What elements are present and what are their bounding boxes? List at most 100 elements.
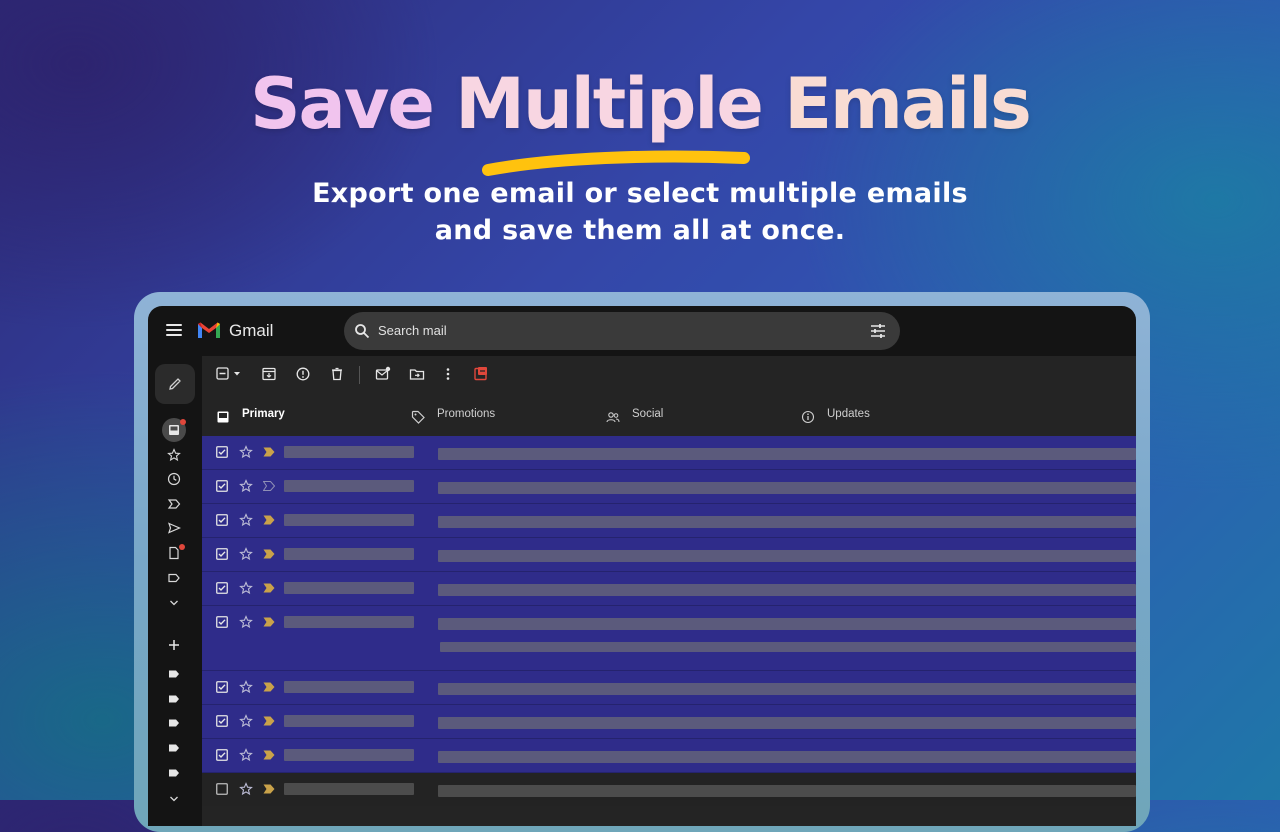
main-menu-icon[interactable] <box>166 324 182 336</box>
compose-button[interactable] <box>155 364 195 404</box>
hero-title-word-multiple: Multiple <box>455 63 764 145</box>
row-checkbox-icon[interactable] <box>216 783 228 795</box>
row-checkbox-checked-icon[interactable] <box>216 749 228 761</box>
star-icon[interactable] <box>239 479 253 493</box>
search-placeholder: Search mail <box>378 323 447 338</box>
hero-subtitle-line-2: and save them all at once. <box>434 215 846 246</box>
search-options-icon[interactable] <box>870 323 886 339</box>
importance-marker-icon[interactable] <box>263 682 275 692</box>
importance-marker-icon[interactable] <box>263 481 275 491</box>
tab-primary[interactable]: Primary <box>208 398 390 438</box>
subject-placeholder <box>438 717 1136 729</box>
star-icon[interactable] <box>239 714 253 728</box>
row-checkbox-checked-icon[interactable] <box>216 582 228 594</box>
report-spam-icon[interactable] <box>295 366 311 382</box>
importance-marker-icon[interactable] <box>263 716 275 726</box>
label-tag-icon[interactable] <box>167 766 181 780</box>
search-input[interactable]: Search mail <box>344 312 900 350</box>
importance-marker-icon[interactable] <box>263 447 275 457</box>
importance-marker-icon[interactable] <box>263 515 275 525</box>
sender-placeholder <box>284 548 414 560</box>
label-tag-icon[interactable] <box>167 667 181 681</box>
tab-social[interactable]: Social <box>598 398 780 436</box>
gmail-wordmark: Gmail <box>229 321 274 340</box>
subject-placeholder <box>438 751 1136 763</box>
star-icon[interactable] <box>239 782 253 796</box>
mark-as-unread-icon[interactable] <box>375 366 391 382</box>
star-icon[interactable] <box>239 581 253 595</box>
subject-placeholder <box>438 482 1136 494</box>
importance-marker-icon[interactable] <box>263 784 275 794</box>
sender-placeholder <box>284 681 414 693</box>
select-all-checkbox-icon[interactable] <box>216 367 229 380</box>
sidebar-item-starred-icon[interactable] <box>167 448 181 462</box>
gmail-header: Gmail Search mail <box>148 306 1136 356</box>
table-row[interactable] <box>202 705 1136 739</box>
row-checkbox-checked-icon[interactable] <box>216 446 228 458</box>
inbox-icon <box>169 425 179 435</box>
archive-icon[interactable] <box>261 366 277 382</box>
sidebar-item-snoozed-icon[interactable] <box>167 472 181 486</box>
star-icon[interactable] <box>239 680 253 694</box>
table-row[interactable] <box>202 606 1136 671</box>
delete-trash-icon[interactable] <box>329 366 345 382</box>
row-checkbox-checked-icon[interactable] <box>216 480 228 492</box>
star-icon[interactable] <box>239 748 253 762</box>
tab-promotions[interactable]: Promotions <box>403 398 585 436</box>
star-icon[interactable] <box>239 615 253 629</box>
row-checkbox-checked-icon[interactable] <box>216 514 228 526</box>
unread-dot <box>180 419 186 425</box>
table-row[interactable] <box>202 436 1136 470</box>
labels-chevron-down-icon[interactable] <box>167 792 181 806</box>
info-icon <box>801 410 815 424</box>
label-tag-icon[interactable] <box>167 692 181 706</box>
table-row[interactable] <box>202 470 1136 504</box>
hero-title: Save Multiple Emails <box>0 62 1280 146</box>
row-checkbox-checked-icon[interactable] <box>216 548 228 560</box>
gmail-logo-icon <box>198 322 220 338</box>
select-dropdown-caret-icon[interactable] <box>233 370 241 378</box>
importance-marker-icon[interactable] <box>263 617 275 627</box>
table-row[interactable] <box>202 538 1136 572</box>
add-label-plus-icon[interactable] <box>167 638 181 652</box>
star-icon[interactable] <box>239 513 253 527</box>
table-row[interactable] <box>202 504 1136 538</box>
table-row[interactable] <box>202 671 1136 705</box>
importance-marker-icon[interactable] <box>263 549 275 559</box>
label-tag-icon[interactable] <box>167 716 181 730</box>
subject-placeholder <box>438 516 1136 528</box>
hero-subtitle-line-1: Export one email or select multiple emai… <box>312 178 968 209</box>
tab-updates[interactable]: Updates <box>793 398 975 436</box>
sender-placeholder <box>284 715 414 727</box>
row-checkbox-checked-icon[interactable] <box>216 616 228 628</box>
label-tag-icon[interactable] <box>167 741 181 755</box>
hero-subtitle: Export one email or select multiple emai… <box>0 175 1280 249</box>
export-save-emails-icon[interactable] <box>473 366 489 382</box>
sender-placeholder <box>284 446 414 458</box>
hero-title-word-emails: Emails <box>784 63 1032 145</box>
category-tabs: Primary Promotions Social Updates <box>202 398 1136 438</box>
subject-placeholder <box>438 448 1136 460</box>
sender-placeholder <box>284 616 414 628</box>
search-icon[interactable] <box>354 323 370 339</box>
star-icon[interactable] <box>239 445 253 459</box>
toolbar-divider <box>359 366 360 384</box>
subject-placeholder <box>438 584 1136 596</box>
sidebar-item-inbox[interactable] <box>162 418 186 442</box>
table-row[interactable] <box>202 773 1136 806</box>
more-options-icon[interactable] <box>440 366 456 382</box>
sidebar-more-chevron-down-icon[interactable] <box>167 596 181 610</box>
table-row[interactable] <box>202 739 1136 773</box>
sidebar-item-labels-icon[interactable] <box>167 571 181 585</box>
row-checkbox-checked-icon[interactable] <box>216 681 228 693</box>
sidebar-item-important-icon[interactable] <box>167 497 181 511</box>
move-to-folder-icon[interactable] <box>409 366 425 382</box>
subject-placeholder <box>438 785 1136 797</box>
attachment-placeholder <box>440 642 1136 652</box>
importance-marker-icon[interactable] <box>263 750 275 760</box>
table-row[interactable] <box>202 572 1136 606</box>
sidebar-item-sent-icon[interactable] <box>167 521 181 535</box>
row-checkbox-checked-icon[interactable] <box>216 715 228 727</box>
importance-marker-icon[interactable] <box>263 583 275 593</box>
star-icon[interactable] <box>239 547 253 561</box>
